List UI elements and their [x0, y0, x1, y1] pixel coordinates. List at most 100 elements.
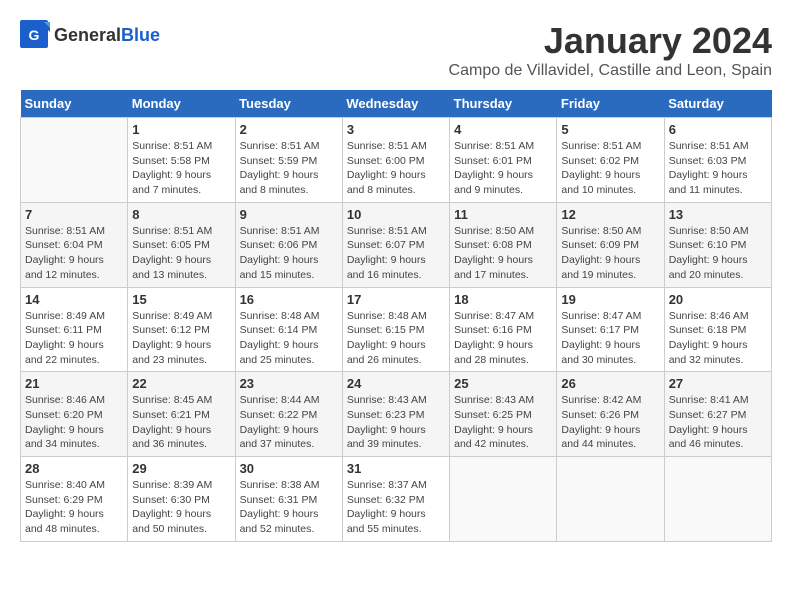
calendar-header-row: SundayMondayTuesdayWednesdayThursdayFrid… — [21, 90, 772, 118]
calendar-cell: 3 Sunrise: 8:51 AM Sunset: 6:00 PM Daylig… — [342, 118, 449, 203]
calendar-cell: 17Sunrise: 8:48 AM Sunset: 6:15 PM Dayli… — [342, 287, 449, 372]
calendar-cell: 10 Sunrise: 8:51 AM Sunset: 6:07 PM Dayli… — [342, 202, 449, 287]
day-info: Sunrise: 8:51 AM Sunset: 6:02 PM Dayligh… — [561, 139, 659, 198]
logo-text-general: General — [54, 25, 121, 46]
calendar-cell: 22 Sunrise: 8:45 AM Sunset: 6:21 PM Dayli… — [128, 372, 235, 457]
day-number: 12 — [561, 207, 659, 222]
day-number: 2 — [240, 122, 338, 137]
day-info: Sunrise: 8:51 AM Sunset: 6:00 PM Dayligh… — [347, 139, 445, 198]
day-number: 23 — [240, 376, 338, 391]
day-number: 31 — [347, 461, 445, 476]
calendar-week-row: 21Sunrise: 8:46 AM Sunset: 6:20 PM Dayli… — [21, 372, 772, 457]
calendar-cell: 7 Sunrise: 8:51 AM Sunset: 6:04 PM Daylig… — [21, 202, 128, 287]
logo-icon: G — [20, 20, 50, 50]
calendar-cell: 26 Sunrise: 8:42 AM Sunset: 6:26 PM Dayli… — [557, 372, 664, 457]
day-info: Sunrise: 8:51 AM Sunset: 6:06 PM Dayligh… — [240, 224, 338, 283]
day-info: Sunrise: 8:41 AM Sunset: 6:27 PM Dayligh… — [669, 393, 767, 452]
calendar-cell — [664, 457, 771, 542]
day-info: Sunrise: 8:49 AM Sunset: 6:12 PM Dayligh… — [132, 309, 230, 368]
calendar-cell: 24 Sunrise: 8:43 AM Sunset: 6:23 PM Dayli… — [342, 372, 449, 457]
page-header: G General Blue January 2024 Campo de Vil… — [20, 20, 772, 80]
day-number: 30 — [240, 461, 338, 476]
day-info: Sunrise: 8:51 AM Sunset: 5:59 PM Dayligh… — [240, 139, 338, 198]
day-number: 20 — [669, 292, 767, 307]
day-info: Sunrise: 8:45 AM Sunset: 6:21 PM Dayligh… — [132, 393, 230, 452]
day-number: 21 — [25, 376, 123, 391]
day-info: Sunrise: 8:51 AM Sunset: 6:07 PM Dayligh… — [347, 224, 445, 283]
day-number: 29 — [132, 461, 230, 476]
day-info: Sunrise: 8:44 AM Sunset: 6:22 PM Dayligh… — [240, 393, 338, 452]
calendar-cell: 13Sunrise: 8:50 AM Sunset: 6:10 PM Dayli… — [664, 202, 771, 287]
calendar-cell: 12 Sunrise: 8:50 AM Sunset: 6:09 PM Dayli… — [557, 202, 664, 287]
calendar-cell: 6 Sunrise: 8:51 AM Sunset: 6:03 PM Daylig… — [664, 118, 771, 203]
day-info: Sunrise: 8:47 AM Sunset: 6:16 PM Dayligh… — [454, 309, 552, 368]
day-info: Sunrise: 8:42 AM Sunset: 6:26 PM Dayligh… — [561, 393, 659, 452]
day-number: 7 — [25, 207, 123, 222]
day-number: 4 — [454, 122, 552, 137]
calendar-cell: 25 Sunrise: 8:43 AM Sunset: 6:25 PM Dayli… — [450, 372, 557, 457]
day-number: 8 — [132, 207, 230, 222]
day-number: 6 — [669, 122, 767, 137]
day-info: Sunrise: 8:39 AM Sunset: 6:30 PM Dayligh… — [132, 478, 230, 537]
calendar-cell: 1 Sunrise: 8:51 AM Sunset: 5:58 PM Daylig… — [128, 118, 235, 203]
day-number: 27 — [669, 376, 767, 391]
calendar-cell: 14Sunrise: 8:49 AM Sunset: 6:11 PM Dayli… — [21, 287, 128, 372]
day-number: 5 — [561, 122, 659, 137]
calendar-cell: 9 Sunrise: 8:51 AM Sunset: 6:06 PM Daylig… — [235, 202, 342, 287]
day-info: Sunrise: 8:37 AM Sunset: 6:32 PM Dayligh… — [347, 478, 445, 537]
calendar-cell — [557, 457, 664, 542]
day-number: 24 — [347, 376, 445, 391]
day-of-week-header: Tuesday — [235, 90, 342, 118]
calendar-cell — [450, 457, 557, 542]
calendar-cell: 5 Sunrise: 8:51 AM Sunset: 6:02 PM Daylig… — [557, 118, 664, 203]
day-info: Sunrise: 8:50 AM Sunset: 6:10 PM Dayligh… — [669, 224, 767, 283]
day-number: 3 — [347, 122, 445, 137]
calendar-week-row: 14Sunrise: 8:49 AM Sunset: 6:11 PM Dayli… — [21, 287, 772, 372]
logo: G General Blue — [20, 20, 160, 50]
day-info: Sunrise: 8:46 AM Sunset: 6:18 PM Dayligh… — [669, 309, 767, 368]
day-number: 11 — [454, 207, 552, 222]
day-info: Sunrise: 8:43 AM Sunset: 6:25 PM Dayligh… — [454, 393, 552, 452]
day-number: 26 — [561, 376, 659, 391]
calendar-week-row: 28Sunrise: 8:40 AM Sunset: 6:29 PM Dayli… — [21, 457, 772, 542]
day-number: 10 — [347, 207, 445, 222]
day-info: Sunrise: 8:51 AM Sunset: 6:01 PM Dayligh… — [454, 139, 552, 198]
calendar-cell: 18 Sunrise: 8:47 AM Sunset: 6:16 PM Dayli… — [450, 287, 557, 372]
day-info: Sunrise: 8:48 AM Sunset: 6:14 PM Dayligh… — [240, 309, 338, 368]
day-of-week-header: Monday — [128, 90, 235, 118]
day-info: Sunrise: 8:51 AM Sunset: 6:05 PM Dayligh… — [132, 224, 230, 283]
calendar-cell: 2 Sunrise: 8:51 AM Sunset: 5:59 PM Daylig… — [235, 118, 342, 203]
day-of-week-header: Wednesday — [342, 90, 449, 118]
calendar-cell: 27 Sunrise: 8:41 AM Sunset: 6:27 PM Dayli… — [664, 372, 771, 457]
calendar-cell: 11 Sunrise: 8:50 AM Sunset: 6:08 PM Dayli… — [450, 202, 557, 287]
day-number: 9 — [240, 207, 338, 222]
day-number: 14 — [25, 292, 123, 307]
calendar-cell: 21Sunrise: 8:46 AM Sunset: 6:20 PM Dayli… — [21, 372, 128, 457]
day-number: 18 — [454, 292, 552, 307]
day-of-week-header: Thursday — [450, 90, 557, 118]
calendar-week-row: 7 Sunrise: 8:51 AM Sunset: 6:04 PM Daylig… — [21, 202, 772, 287]
day-info: Sunrise: 8:40 AM Sunset: 6:29 PM Dayligh… — [25, 478, 123, 537]
calendar-week-row: 1 Sunrise: 8:51 AM Sunset: 5:58 PM Daylig… — [21, 118, 772, 203]
day-of-week-header: Friday — [557, 90, 664, 118]
calendar-cell: 16Sunrise: 8:48 AM Sunset: 6:14 PM Dayli… — [235, 287, 342, 372]
calendar-cell: 8 Sunrise: 8:51 AM Sunset: 6:05 PM Daylig… — [128, 202, 235, 287]
day-of-week-header: Saturday — [664, 90, 771, 118]
day-of-week-header: Sunday — [21, 90, 128, 118]
calendar-title: January 2024 — [449, 20, 772, 62]
calendar-cell: 28Sunrise: 8:40 AM Sunset: 6:29 PM Dayli… — [21, 457, 128, 542]
calendar-table: SundayMondayTuesdayWednesdayThursdayFrid… — [20, 90, 772, 542]
calendar-cell: 20 Sunrise: 8:46 AM Sunset: 6:18 PM Dayli… — [664, 287, 771, 372]
calendar-cell: 31 Sunrise: 8:37 AM Sunset: 6:32 PM Dayli… — [342, 457, 449, 542]
day-info: Sunrise: 8:51 AM Sunset: 6:04 PM Dayligh… — [25, 224, 123, 283]
day-number: 15 — [132, 292, 230, 307]
day-info: Sunrise: 8:50 AM Sunset: 6:08 PM Dayligh… — [454, 224, 552, 283]
day-info: Sunrise: 8:50 AM Sunset: 6:09 PM Dayligh… — [561, 224, 659, 283]
day-info: Sunrise: 8:43 AM Sunset: 6:23 PM Dayligh… — [347, 393, 445, 452]
day-info: Sunrise: 8:51 AM Sunset: 5:58 PM Dayligh… — [132, 139, 230, 198]
day-info: Sunrise: 8:51 AM Sunset: 6:03 PM Dayligh… — [669, 139, 767, 198]
day-number: 22 — [132, 376, 230, 391]
day-number: 25 — [454, 376, 552, 391]
day-info: Sunrise: 8:48 AM Sunset: 6:15 PM Dayligh… — [347, 309, 445, 368]
day-number: 1 — [132, 122, 230, 137]
